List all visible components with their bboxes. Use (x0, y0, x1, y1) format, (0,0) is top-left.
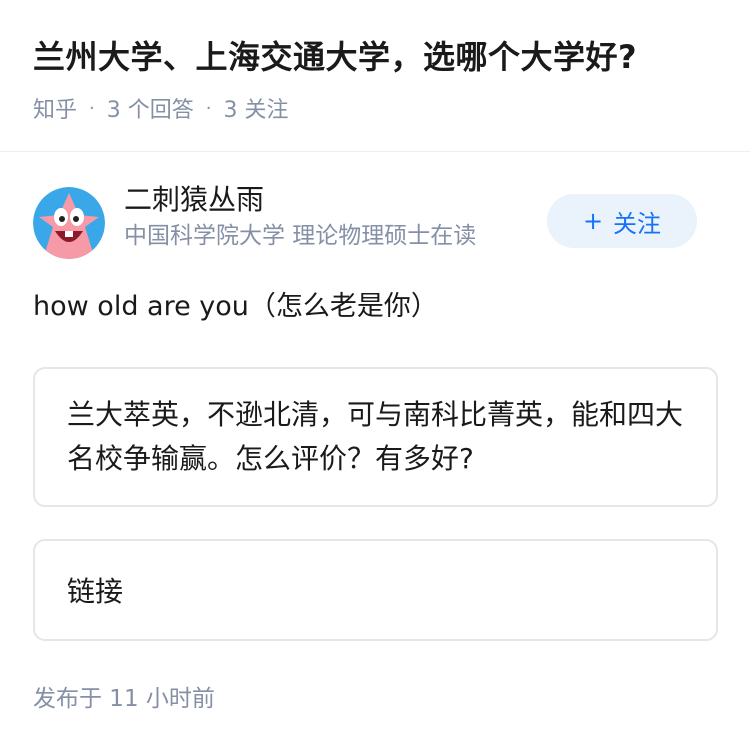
follow-button-label: 关注 (613, 209, 662, 238)
avatar[interactable] (33, 187, 105, 259)
cartoon-starfish-avatar-icon (33, 187, 105, 259)
link-label: 链接 (67, 575, 124, 608)
answers-count[interactable]: 3 个回答 (107, 92, 194, 124)
separator-dot: · (89, 97, 95, 119)
author-name[interactable]: 二刺猿丛雨 (124, 182, 476, 218)
separator-dot: · (205, 97, 212, 119)
answer-card: 二刺猿丛雨 中国科学院大学 理论物理硕士在读 + 关注 how old are … (0, 182, 750, 713)
publish-time: 发布于 11 小时前 (33, 686, 215, 712)
link-card[interactable]: 链接 (33, 539, 718, 641)
answer-text: how old are you（怎么老是你） (33, 291, 438, 322)
question-header: 兰州大学、上海交通大学，选哪个大学好? 知乎 · 3 个回答 · 3 关注 (0, 0, 750, 152)
question-meta: 知乎 · 3 个回答 · 3 关注 (33, 92, 717, 124)
author-row: 二刺猿丛雨 中国科学院大学 理论物理硕士在读 + 关注 (33, 182, 717, 286)
quote-text: 兰大萃英，不逊北清，可与南科比菁英，能和四大名校争输赢。怎么评价？有多好? (67, 398, 684, 475)
followers-count[interactable]: 3 关注 (223, 92, 288, 124)
plus-icon: + (582, 207, 604, 235)
quote-card[interactable]: 兰大萃英，不逊北清，可与南科比菁英，能和四大名校争输赢。怎么评价？有多好? (33, 367, 718, 507)
source-label[interactable]: 知乎 (33, 92, 77, 124)
question-title[interactable]: 兰州大学、上海交通大学，选哪个大学好? (33, 34, 717, 80)
author-info: 二刺猿丛雨 中国科学院大学 理论物理硕士在读 (124, 182, 476, 252)
author-bio: 中国科学院大学 理论物理硕士在读 (124, 223, 477, 249)
follow-button[interactable]: + 关注 (547, 194, 697, 248)
